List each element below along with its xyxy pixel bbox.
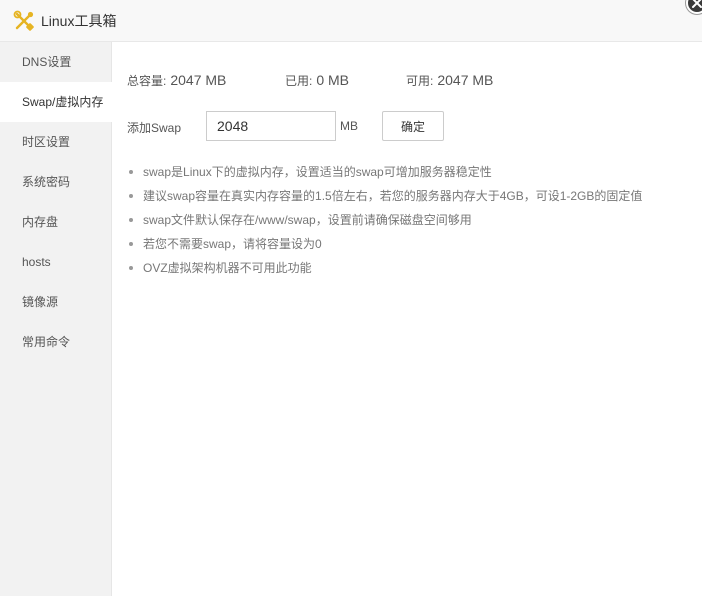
- add-swap-label: 添加Swap: [127, 121, 182, 135]
- tools-icon: [13, 10, 35, 32]
- stat-total-label: 总容量:: [127, 74, 167, 88]
- stat-used: 已用: 0 MB: [285, 72, 349, 89]
- tip-item: swap是Linux下的虚拟内存，设置适当的swap可增加服务器稳定性: [127, 160, 642, 184]
- stat-available-label: 可用:: [406, 74, 434, 88]
- stat-available: 可用: 2047 MB: [406, 72, 493, 89]
- sidebar-item-dns[interactable]: DNS设置: [0, 42, 111, 82]
- add-swap-row: 添加Swap MB 确定: [127, 111, 687, 141]
- sidebar-item-mirror[interactable]: 镜像源: [0, 282, 111, 322]
- sidebar: DNS设置 Swap/虚拟内存 时区设置 系统密码 内存盘 hosts 镜像源 …: [0, 42, 112, 596]
- stat-available-value: 2047 MB: [437, 72, 494, 88]
- sidebar-item-swap[interactable]: Swap/虚拟内存: [0, 82, 112, 122]
- sidebar-item-timezone[interactable]: 时区设置: [0, 122, 111, 162]
- stat-total-value: 2047 MB: [170, 72, 227, 88]
- confirm-button[interactable]: 确定: [382, 111, 444, 141]
- swap-panel: 总容量:2047 MB 已用:0 MB 可用:2047 MB 添加Swap MB…: [112, 42, 702, 596]
- tip-item: 若您不需要swap，请将容量设为0: [127, 232, 642, 256]
- stat-used-label: 已用:: [285, 74, 313, 88]
- sidebar-item-hosts[interactable]: hosts: [0, 242, 111, 282]
- sidebar-item-commands[interactable]: 常用命令: [0, 322, 111, 362]
- sidebar-item-password[interactable]: 系统密码: [0, 162, 111, 202]
- tip-item: 建议swap容量在真实内存容量的1.5倍左右，若您的服务器内存大于4GB，可设1…: [127, 184, 642, 208]
- stat-total: 总容量: 2047 MB: [127, 72, 226, 89]
- swap-unit-label: MB: [340, 119, 358, 133]
- window-title: Linux工具箱: [41, 12, 117, 29]
- title-bar: Linux工具箱: [0, 0, 702, 42]
- stat-used-value: 0 MB: [316, 72, 350, 88]
- tips-list: swap是Linux下的虚拟内存，设置适当的swap可增加服务器稳定性 建议sw…: [127, 160, 642, 280]
- close-icon: [692, 0, 702, 8]
- swap-size-input[interactable]: [206, 111, 336, 141]
- tip-item: OVZ虚拟架构机器不可用此功能: [127, 256, 642, 280]
- tip-item: swap文件默认保存在/www/swap，设置前请确保磁盘空间够用: [127, 208, 642, 232]
- sidebar-item-ramdisk[interactable]: 内存盘: [0, 202, 111, 242]
